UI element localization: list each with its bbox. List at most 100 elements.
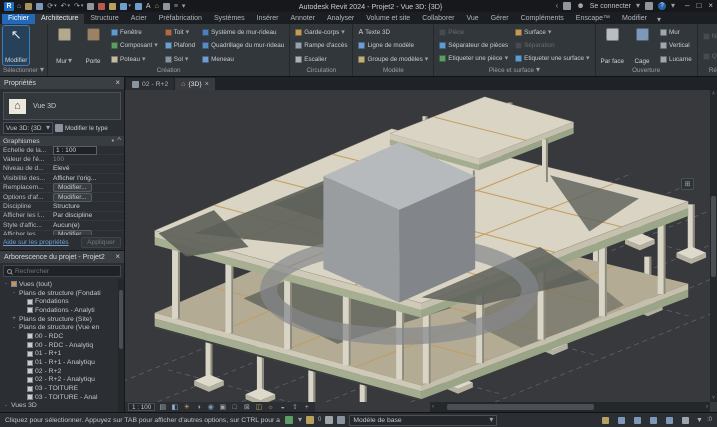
thin-lines-button[interactable]: ≡ (174, 3, 178, 10)
person-icon[interactable]: ☻ (576, 2, 584, 10)
panel-label-circulation[interactable]: Circulation (290, 66, 352, 76)
search-icon[interactable] (563, 2, 571, 10)
tree-item-03-toiture-anal[interactable]: 03 - TOITURE - Anal (0, 393, 124, 402)
show-crop-button[interactable]: □ (229, 403, 240, 412)
constraints-button[interactable]: + (301, 403, 312, 412)
exclusions-indicator[interactable]: 0 (306, 416, 321, 424)
tab-collaborer[interactable]: Collaborer (416, 14, 460, 24)
transfer-button[interactable] (98, 3, 105, 10)
tag-button[interactable] (135, 3, 142, 10)
property-value[interactable]: 1 : 100 (53, 146, 124, 155)
help-icon[interactable]: ? (658, 2, 666, 10)
scroll-right-icon[interactable]: › (706, 404, 708, 410)
tree-item-plans-de-structure-site[interactable]: +Plans de structure (Site) (0, 315, 124, 324)
type-selector[interactable]: ⌂ Vue 3D (3, 92, 121, 120)
tree-item-00-rdc-analytiq[interactable]: 00 - RDC - Analytiq (0, 341, 124, 350)
minimize-icon[interactable]: – (685, 2, 689, 10)
tree-item-02-r-2-analytiqu[interactable]: 02 - R+2 - Analytiqu (0, 376, 124, 385)
mur-button[interactable]: Mur▾ (51, 26, 77, 66)
tab-fichier[interactable]: Fichier (2, 14, 35, 24)
chevron-left-icon[interactable]: ‹ (556, 2, 559, 10)
properties-close-icon[interactable]: × (115, 79, 120, 87)
redo-button[interactable]: ↷▾ (74, 3, 83, 10)
tab-enscape[interactable]: Enscape™ (570, 14, 616, 24)
tree-scrollbar[interactable] (118, 279, 124, 412)
etiqueter-une-surface-button[interactable]: Etiqueter une surface▾ (513, 53, 591, 64)
tab-architecture[interactable]: Architecture (35, 14, 84, 24)
project-browser-close-icon[interactable]: × (115, 253, 120, 261)
tab-vue[interactable]: Vue (461, 14, 485, 24)
property-input[interactable]: 1 : 100 (53, 146, 97, 155)
section-button[interactable] (163, 3, 170, 10)
render-button[interactable]: ◉ (205, 403, 216, 412)
visual-style-button[interactable]: ◧ (169, 403, 180, 412)
scroll-left-icon[interactable]: ‹ (432, 404, 434, 410)
meneau-button[interactable]: Meneau (200, 54, 286, 65)
quadrillage-button[interactable]: Quadrillage (701, 51, 717, 62)
view-cube[interactable] (125, 96, 696, 408)
tree-expander[interactable]: - (11, 325, 17, 331)
tree-expander[interactable]: - (11, 290, 17, 296)
tree-expander[interactable]: - (3, 281, 9, 287)
poteau-button[interactable]: Poteau▾ (109, 54, 160, 65)
default-3d-button[interactable]: ⌂ (155, 3, 159, 10)
save-button[interactable] (36, 3, 43, 10)
tree-item-vues-tout[interactable]: -Vues (tout) (0, 280, 124, 289)
graphics-section-header[interactable]: Graphismes ▪ ^ (0, 136, 124, 146)
signin-button[interactable]: Se connecter (590, 3, 631, 10)
close-icon[interactable]: × (708, 2, 713, 10)
tab-modifier[interactable]: Modifier (616, 14, 653, 24)
fenetre-button[interactable]: Fenêtre (109, 27, 160, 38)
surface-button[interactable]: Surface▾ (513, 27, 591, 38)
panel-label-creation[interactable]: Création (48, 66, 289, 76)
escalier-button[interactable]: Escalier (293, 54, 349, 65)
browser-search-input[interactable] (15, 268, 117, 275)
print-button[interactable] (87, 3, 94, 10)
panel-label-selectionner[interactable]: Sélectionner▾ (0, 65, 47, 76)
quadrillage-du-mur-rideau-button[interactable]: Quadrillage du mur-rideau (200, 40, 286, 51)
sun-button[interactable]: ☀ (181, 403, 192, 412)
home-button[interactable]: ⌂ (17, 3, 21, 10)
tab-volume-et-site[interactable]: Volume et site (360, 14, 416, 24)
rampe-d-acces-button[interactable]: Rampe d'accès (293, 40, 349, 51)
modify-type-button[interactable]: Modifier le type (55, 122, 121, 134)
reveal-button[interactable]: ☼ (265, 403, 276, 412)
systeme-de-mur-rideau-button[interactable]: Système de mur-rideau (200, 27, 286, 38)
groupe-de-modeles-button[interactable]: Groupe de modèles▾ (356, 54, 430, 65)
ribbon-state-toggle-icon[interactable]: ▾ (657, 16, 661, 24)
property-value[interactable]: Modifier... (53, 193, 124, 202)
mur-button[interactable]: Mur (658, 27, 694, 38)
tab-gerer[interactable]: Gérer (485, 14, 515, 24)
customize-button[interactable]: ▾ (182, 3, 186, 10)
cage-button[interactable]: Cage (629, 26, 655, 66)
texte-3d-button[interactable]: ATexte 3D (356, 27, 430, 38)
view-tab-close-icon[interactable]: × (205, 81, 209, 88)
tab-analyser[interactable]: Analyser (321, 14, 360, 24)
help-dropdown-icon[interactable]: ▾ (671, 2, 675, 10)
temp-view-button[interactable]: ◒ (277, 403, 288, 412)
tab-prefabrication[interactable]: Préfabrication (153, 14, 208, 24)
tree-expander[interactable]: - (3, 403, 9, 409)
tree-item-fondations[interactable]: Fondations (0, 297, 124, 306)
select-links-button[interactable] (616, 416, 627, 425)
vertical-scrollbar[interactable]: ˄˅ (710, 90, 717, 402)
toit-button[interactable]: Toit▾ (163, 27, 197, 38)
status-chevron-icon[interactable]: ▾ (298, 416, 302, 424)
tree-item-vues-3d[interactable]: -Vues 3D (0, 402, 124, 411)
tree-item-plans-de-structure-fondati[interactable]: -Plans de structure (Fondati (0, 289, 124, 298)
design-option-select[interactable]: Modèle de base ▾ (349, 415, 497, 426)
composant-button[interactable]: Composant▾ (109, 40, 160, 51)
panel-label-modele[interactable]: Modèle (353, 66, 433, 76)
property-edit-button[interactable]: Modifier... (53, 193, 92, 202)
scale-button[interactable]: 1 : 100 (128, 403, 155, 411)
tree-item-plans-de-structure-vue-en[interactable]: -Plans de structure (Vue en (0, 323, 124, 332)
tree-item-02-r-2[interactable]: 02 - R+2 (0, 367, 124, 376)
niveau-button[interactable]: Niveau (701, 31, 717, 42)
piece-button[interactable]: Pièce (437, 27, 510, 38)
select-pins-button[interactable] (648, 416, 659, 425)
tree-item-00-rdc[interactable]: 00 - RDC (0, 332, 124, 341)
properties-help-link[interactable]: Aide sur les propriétés (3, 239, 69, 246)
select-elements-button[interactable] (664, 416, 675, 425)
etiqueter-une-piece-button[interactable]: Etiqueter une pièce▾ (437, 53, 510, 64)
dimension-button[interactable]: ▾ (120, 3, 131, 10)
